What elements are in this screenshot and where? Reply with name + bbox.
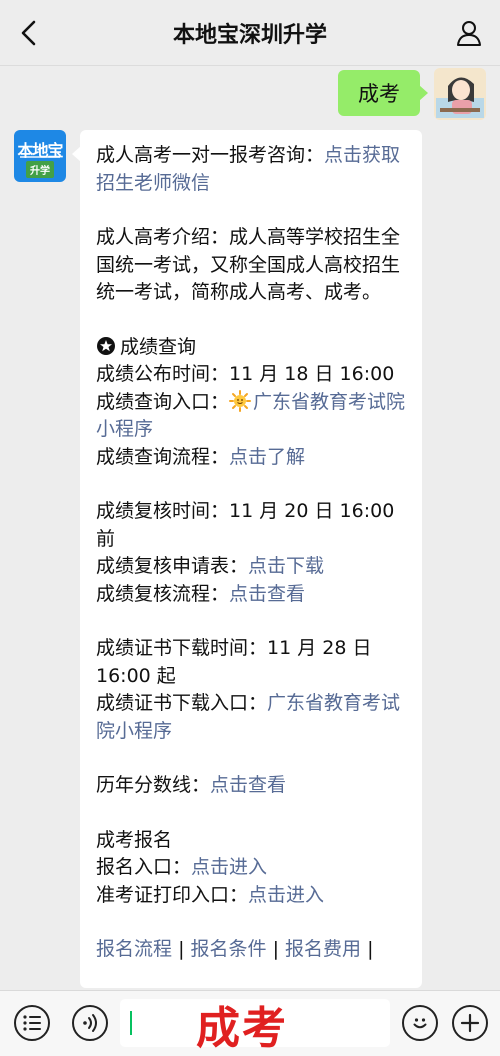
text-caret: [130, 1011, 132, 1035]
typed-text-overlay: 成考: [196, 1003, 288, 1054]
back-icon[interactable]: [14, 18, 44, 48]
registration-fee-link[interactable]: 报名费用: [285, 938, 361, 960]
review-process-link[interactable]: 点击查看: [229, 583, 305, 605]
menu-list-icon[interactable]: [14, 1005, 50, 1041]
voice-icon[interactable]: [72, 1005, 108, 1041]
chat-header: 本地宝深圳升学: [0, 0, 500, 66]
review-process-label: 成绩复核流程：: [96, 582, 230, 605]
star-circle-icon: [96, 336, 116, 356]
score-publish-label: 成绩公布时间：: [96, 363, 230, 385]
history-label: 历年分数线：: [96, 774, 211, 796]
score-process-link[interactable]: 点击了解: [229, 446, 305, 468]
user-message-bubble[interactable]: 成考: [338, 70, 428, 116]
registration-section: 成考报名 报名入口：点击进入 准考证打印入口：点击进入: [96, 827, 408, 910]
score-section: 成绩查询 成绩公布时间：11 月 18 日 16:00 成绩查询入口： 广东省教育…: [96, 334, 408, 472]
score-entry-row: 成绩查询入口： 广东省教育考试院小程序: [96, 389, 408, 444]
registration-process-link[interactable]: 报名流程: [96, 938, 172, 960]
review-form-link[interactable]: 点击下载: [248, 555, 324, 577]
link-separator: |: [178, 938, 185, 960]
score-publish-value: 11 月 18 日 16:00: [229, 363, 395, 385]
score-heading: 成绩查询: [120, 335, 197, 358]
score-entry-label: 成绩查询入口：: [96, 390, 230, 413]
registration-entry-row: 报名入口：点击进入: [96, 854, 408, 882]
registration-entry-link[interactable]: 点击进入: [191, 856, 267, 878]
consult-paragraph: 成人高考一对一报考咨询：点击获取招生老师微信: [96, 142, 408, 197]
cert-section: 成绩证书下载时间：11 月 28 日 16:00 起 成绩证书下载入口：广东省教…: [96, 635, 408, 745]
chat-title: 本地宝深圳升学: [172, 23, 327, 48]
avatar-tag: 升学: [26, 161, 54, 178]
review-time-label: 成绩复核时间：: [96, 500, 230, 522]
cert-entry-row: 成绩证书下载入口：广东省教育考试院小程序: [96, 690, 408, 745]
bottom-links-row: 报名流程 | 报名条件 | 报名费用 |: [96, 936, 408, 964]
bot-message-bubble: 成人高考一对一报考咨询：点击获取招生老师微信 成人高考介绍：成人高等学校招生全国…: [80, 130, 422, 988]
history-row: 历年分数线：点击查看: [96, 772, 408, 800]
admit-card-label: 准考证打印入口：: [96, 883, 249, 906]
score-heading-row: 成绩查询: [96, 334, 408, 362]
user-avatar[interactable]: [434, 68, 486, 120]
profile-icon[interactable]: [454, 18, 484, 48]
link-separator: |: [367, 938, 374, 960]
consult-label: 成人高考一对一报考咨询：: [96, 144, 325, 166]
review-time-row: 成绩复核时间：11 月 20 日 16:00 前: [96, 498, 408, 553]
review-form-row: 成绩复核申请表：点击下载: [96, 553, 408, 581]
registration-heading: 成考报名: [96, 828, 173, 851]
user-message-text: 成考: [358, 82, 400, 106]
sun-icon: [229, 389, 252, 412]
registration-conditions-link[interactable]: 报名条件: [191, 938, 267, 960]
registration-entry-label: 报名入口：: [96, 856, 192, 878]
cert-entry-label: 成绩证书下载入口：: [96, 692, 268, 714]
admit-card-link[interactable]: 点击进入: [248, 884, 324, 906]
plus-icon[interactable]: [452, 1005, 488, 1041]
review-section: 成绩复核时间：11 月 20 日 16:00 前 成绩复核申请表：点击下载 成绩…: [96, 498, 408, 608]
score-process-row: 成绩查询流程：点击了解: [96, 444, 408, 472]
cert-time-label: 成绩证书下载时间：: [96, 637, 268, 659]
review-process-row: 成绩复核流程：点击查看: [96, 581, 408, 609]
link-separator: |: [272, 938, 279, 960]
score-process-label: 成绩查询流程：: [96, 445, 230, 468]
admit-card-row: 准考证打印入口：点击进入: [96, 882, 408, 910]
emoji-icon[interactable]: [402, 1005, 438, 1041]
history-link[interactable]: 点击查看: [210, 774, 286, 796]
intro-paragraph: 成人高考介绍：成人高等学校招生全国统一考试，又称全国成人高校招生统一考试，简称成…: [96, 226, 401, 303]
score-publish-row: 成绩公布时间：11 月 18 日 16:00: [96, 361, 408, 389]
avatar-divider: [20, 156, 60, 158]
cert-time-row: 成绩证书下载时间：11 月 28 日 16:00 起: [96, 635, 408, 690]
review-form-label: 成绩复核申请表：: [96, 555, 249, 577]
bot-avatar[interactable]: 本地宝 升学: [14, 130, 66, 182]
